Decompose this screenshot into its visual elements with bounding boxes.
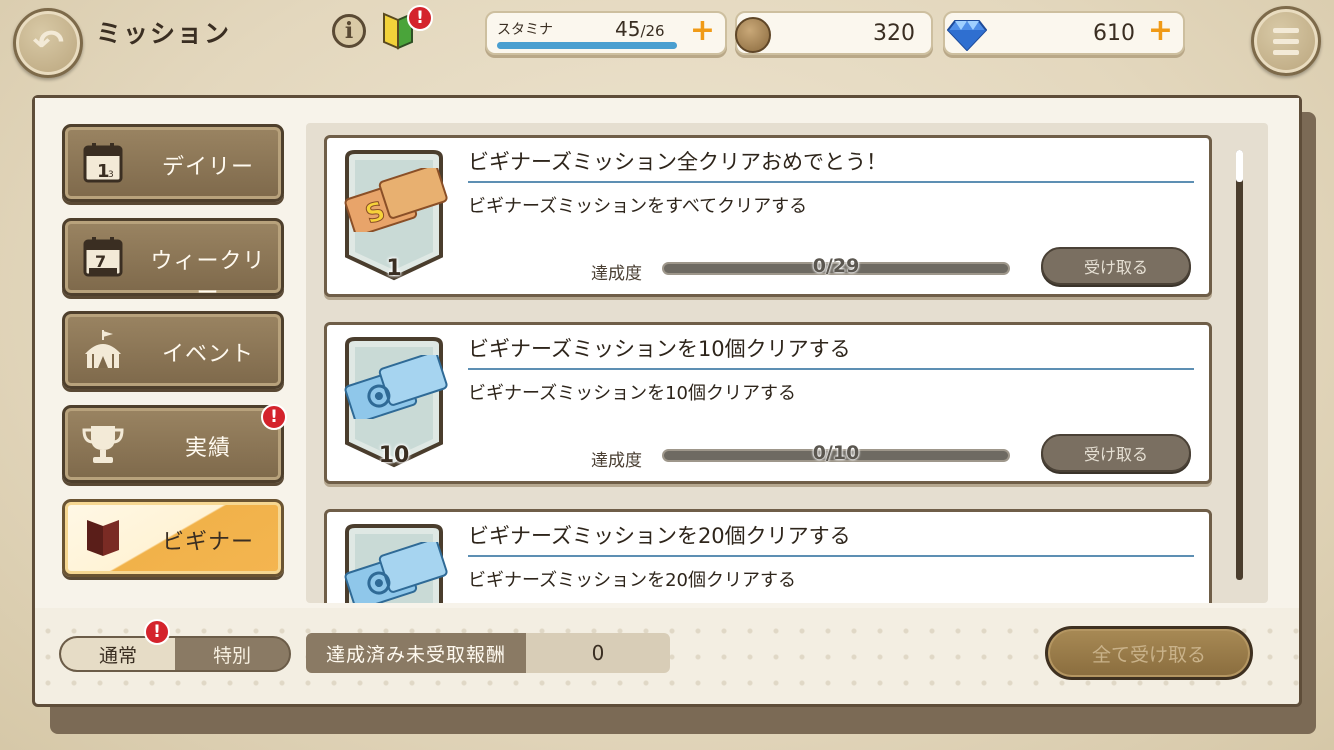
reward-quantity: 1 bbox=[386, 256, 402, 281]
mission-item: S 1 ビギナーズミッション全クリアおめでとう！ ビギナーズミッションをすべてク… bbox=[324, 135, 1212, 297]
blue-ticket-icon bbox=[344, 355, 448, 419]
progress-label: 達成度 bbox=[591, 264, 642, 284]
add-stamina-button[interactable]: + bbox=[690, 16, 715, 46]
back-button[interactable]: ↶ bbox=[13, 8, 83, 78]
mission-title: ビギナーズミッション全クリアおめでとう！ bbox=[468, 150, 887, 174]
coin-value: 320 bbox=[873, 21, 915, 46]
stamina-label: スタミナ bbox=[497, 22, 553, 38]
back-arrow-icon: ↶ bbox=[32, 23, 64, 63]
mission-list[interactable]: S 1 ビギナーズミッション全クリアおめでとう！ ビギナーズミッションをすべてク… bbox=[306, 123, 1268, 603]
tab-event-label: イベント bbox=[161, 342, 254, 367]
mission-item: 10 ビギナーズミッションを10個クリアする ビギナーズミッションを10個クリア… bbox=[324, 322, 1212, 484]
diamond-icon bbox=[947, 20, 987, 51]
progress-text: 0/10 bbox=[812, 442, 860, 464]
mode-special-button[interactable]: 特別 bbox=[175, 638, 289, 670]
mission-item: ビギナーズミッションを20個クリアする ビギナーズミッションを20個クリアする bbox=[324, 509, 1212, 603]
trophy-icon bbox=[82, 426, 124, 463]
tab-beginner-label: ビギナー bbox=[161, 530, 254, 555]
mission-description: ビギナーズミッションを10個クリアする bbox=[468, 383, 797, 404]
claim-button[interactable]: 受け取る bbox=[1041, 434, 1191, 472]
mission-title: ビギナーズミッションを10個クリアする bbox=[468, 337, 851, 361]
gem-display: 610 + bbox=[943, 11, 1185, 55]
progress-text: 0/29 bbox=[812, 255, 860, 277]
tab-beginner[interactable]: ビギナー bbox=[62, 499, 284, 577]
reward-quantity: 10 bbox=[378, 443, 410, 468]
stamina-value: 45/26 bbox=[615, 17, 665, 41]
page-title: ミッション bbox=[96, 19, 232, 48]
stamina-bar-fill bbox=[497, 42, 677, 49]
normal-mode-alert-badge: ! bbox=[144, 619, 170, 645]
tab-achievement[interactable]: 実績 bbox=[62, 405, 284, 483]
mission-description: ビギナーズミッションをすべてクリアする bbox=[468, 196, 808, 217]
calendar-1-icon: 1 3 bbox=[83, 143, 123, 183]
stamina-current: 45 bbox=[615, 17, 641, 41]
unclaimed-rewards-count: 0 bbox=[591, 641, 605, 665]
coin-icon bbox=[735, 17, 771, 53]
coin-display: 320 bbox=[735, 11, 933, 55]
tab-weekly-label: ウィークリー bbox=[150, 249, 266, 306]
claim-button[interactable]: 受け取る bbox=[1041, 247, 1191, 285]
calendar-7-days-icon: 7 bbox=[83, 237, 123, 277]
info-icon[interactable]: i bbox=[332, 14, 366, 48]
menu-icon bbox=[1273, 27, 1299, 55]
stamina-max: /26 bbox=[640, 22, 665, 40]
unclaimed-rewards-label: 達成済み未受取報酬 bbox=[306, 633, 526, 673]
scrollbar[interactable] bbox=[1236, 150, 1243, 580]
tab-event[interactable]: イベント bbox=[62, 311, 284, 389]
unclaimed-rewards: 達成済み未受取報酬 0 bbox=[306, 633, 670, 673]
blue-ticket-icon bbox=[344, 542, 448, 603]
gold-ticket-icon: S bbox=[344, 168, 448, 232]
claim-all-button[interactable]: 全て受け取る bbox=[1045, 626, 1253, 680]
mission-description: ビギナーズミッションを20個クリアする bbox=[468, 570, 797, 591]
title-divider bbox=[468, 368, 1194, 370]
alert-badge: ! bbox=[407, 5, 433, 31]
beginner-mark-icon bbox=[87, 520, 119, 556]
progress-label: 達成度 bbox=[591, 451, 642, 471]
tab-achievement-label: 実績 bbox=[184, 436, 231, 461]
gem-value: 610 bbox=[1093, 21, 1135, 46]
tab-daily[interactable]: 1 3 デイリー bbox=[62, 124, 284, 202]
title-divider bbox=[468, 181, 1194, 183]
menu-button[interactable] bbox=[1251, 6, 1321, 76]
stamina-display: スタミナ 45/26 + bbox=[485, 11, 727, 55]
tab-daily-label: デイリー bbox=[161, 155, 254, 180]
scrollbar-thumb[interactable] bbox=[1236, 150, 1243, 182]
svg-text:3: 3 bbox=[108, 170, 114, 180]
mission-title: ビギナーズミッションを20個クリアする bbox=[468, 524, 851, 548]
mission-mode-toggle[interactable]: 通常 特別 bbox=[59, 636, 291, 672]
tab-weekly[interactable]: 7 ウィークリー bbox=[62, 218, 284, 306]
add-gem-button[interactable]: + bbox=[1148, 16, 1173, 46]
tent-icon bbox=[85, 330, 121, 368]
achievement-alert-badge: ! bbox=[261, 404, 287, 430]
title-divider bbox=[468, 555, 1194, 557]
stamina-bar bbox=[497, 42, 677, 49]
